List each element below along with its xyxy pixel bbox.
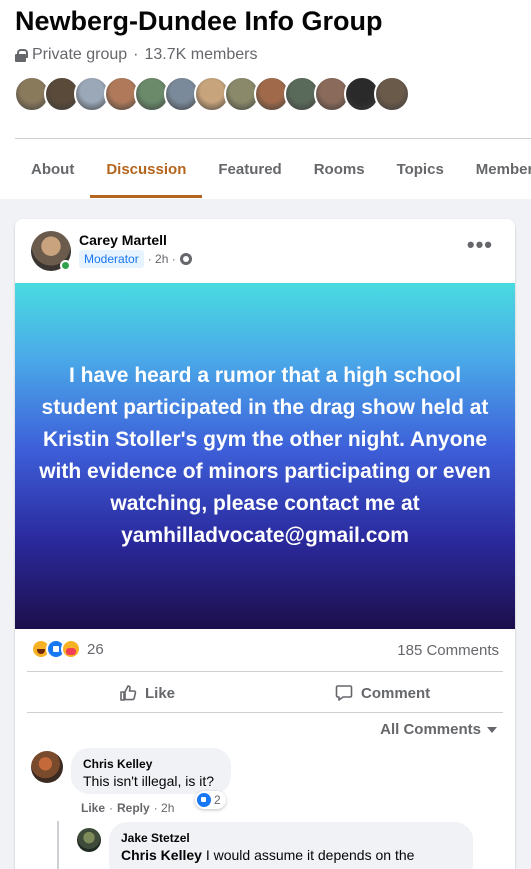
comment-reaction-count: 2	[214, 793, 221, 807]
tab-featured[interactable]: Featured	[202, 140, 297, 198]
group-member-count[interactable]: 13.7K members	[145, 46, 258, 64]
header-divider	[15, 138, 531, 139]
thumbs-up-icon	[120, 685, 137, 701]
like-reaction-icon	[197, 793, 211, 807]
comment-icon	[335, 685, 353, 701]
reply-thread-line	[57, 821, 77, 869]
lock-icon	[15, 48, 28, 62]
group-title[interactable]: Newberg-Dundee Info Group	[15, 6, 383, 37]
group-meta: Private group · 13.7K members	[15, 46, 257, 64]
post-author-name[interactable]: Carey Martell	[79, 232, 167, 248]
reply-text: Chris Kelley I would assume it depends o…	[121, 846, 461, 864]
group-privacy: Private group	[32, 46, 128, 63]
post-time[interactable]: · 2h ·	[148, 252, 176, 266]
comment-reply-link[interactable]: Reply	[117, 801, 150, 815]
group-tabs: About Discussion Featured Rooms Topics M…	[15, 140, 531, 198]
tab-discussion[interactable]: Discussion	[90, 140, 203, 198]
comment-like-link[interactable]: Like	[81, 801, 105, 815]
comment-sort-label: All Comments	[380, 721, 481, 738]
post-subtitle: Moderator · 2h ·	[79, 250, 192, 268]
tab-members[interactable]: Members	[460, 140, 531, 198]
comment-actions: Like · Reply · 2h	[81, 801, 174, 815]
globe-icon	[179, 253, 192, 265]
moderator-badge: Moderator	[79, 250, 144, 268]
comment-avatar[interactable]	[31, 751, 63, 783]
comment-time[interactable]: · 2h	[154, 801, 175, 815]
tab-rooms[interactable]: Rooms	[298, 140, 381, 198]
chevron-down-icon	[487, 726, 497, 733]
meta-separator: ·	[133, 46, 139, 63]
comment-count[interactable]: 185 Comments	[397, 642, 499, 659]
comment-sort-dropdown[interactable]: All Comments	[380, 721, 497, 738]
care-reaction-icon	[61, 639, 81, 659]
reply-mention[interactable]: Chris Kelley	[121, 847, 202, 863]
member-avatar[interactable]	[374, 76, 410, 112]
reply-author[interactable]: Jake Stetzel	[121, 830, 461, 846]
tab-topics[interactable]: Topics	[381, 140, 460, 198]
comment-author[interactable]: Chris Kelley	[83, 756, 219, 772]
reaction-count: 26	[87, 640, 104, 658]
comment-reaction-badge[interactable]: 2	[195, 791, 226, 809]
actions-divider-top	[27, 671, 503, 672]
online-status-icon	[60, 260, 71, 271]
comment-button[interactable]: Comment	[335, 678, 430, 708]
post-background: I have heard a rumor that a high school …	[15, 283, 515, 629]
post-text: I have heard a rumor that a high school …	[39, 364, 491, 547]
like-label: Like	[145, 684, 176, 702]
reply-body: I would assume it depends on the	[201, 847, 415, 863]
member-avatars[interactable]	[14, 76, 410, 112]
comment-label: Comment	[361, 684, 431, 702]
comment-text: This isn't illegal, is it?	[83, 773, 215, 789]
tab-about[interactable]: About	[15, 140, 90, 198]
reply-bubble: Jake Stetzel Chris Kelley I would assume…	[109, 822, 473, 869]
actions-divider-bottom	[27, 712, 503, 713]
comment-bubble: Chris Kelley This isn't illegal, is it?	[71, 748, 231, 794]
like-button[interactable]: Like	[119, 678, 175, 708]
post-card: Carey Martell Moderator · 2h · ••• I hav…	[15, 219, 515, 869]
comment-action-separator: ·	[109, 801, 114, 815]
more-options-icon[interactable]: •••	[467, 234, 493, 256]
reaction-summary[interactable]: 26	[31, 639, 104, 659]
reply-avatar[interactable]	[77, 828, 101, 852]
